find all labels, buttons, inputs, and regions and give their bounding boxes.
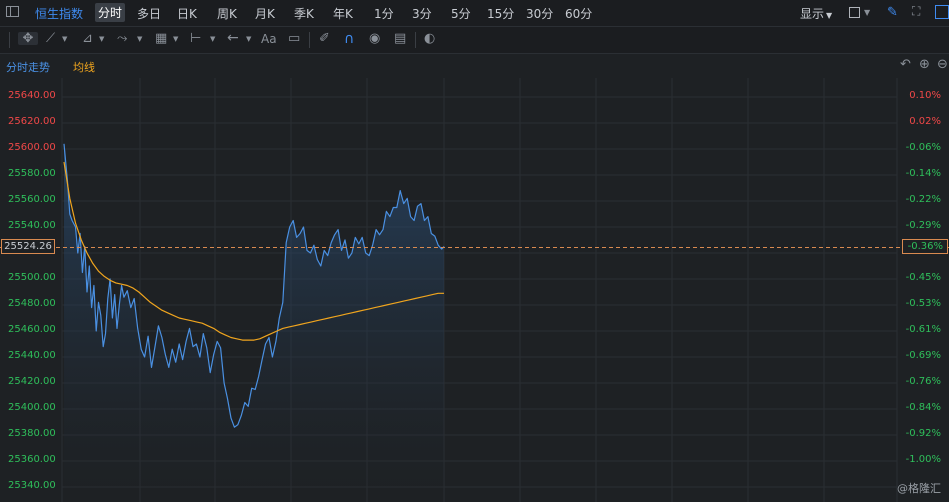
fibonacci-tool-icon[interactable]: ▦ <box>155 32 167 45</box>
y-tick-label: 25380.00 <box>8 428 56 439</box>
price-area-fill <box>64 143 444 502</box>
pen-icon[interactable]: ✎ <box>887 5 898 20</box>
pct-tick-label: -0.22% <box>905 194 941 205</box>
chevron-down-icon[interactable]: ▼ <box>137 36 142 43</box>
tab-multi-day[interactable]: 多日 <box>137 5 161 22</box>
pct-tick-label: -0.14% <box>905 168 941 179</box>
tab-15min[interactable]: 15分 <box>487 5 514 22</box>
pct-tick-label: -0.61% <box>905 324 941 335</box>
checkbox-icon[interactable] <box>849 7 860 18</box>
current-price-value: 25524.26 <box>4 241 52 252</box>
y-tick-label: 25460.00 <box>8 324 56 335</box>
y-tick-label: 25500.00 <box>8 272 56 283</box>
comment-tool-icon[interactable]: ▭ <box>288 32 300 45</box>
y-tick-label: 25540.00 <box>8 220 56 231</box>
move-cursor-icon[interactable]: ✥ <box>18 32 38 45</box>
pct-tick-label: 0.10% <box>909 90 941 101</box>
pct-tick-label: -0.29% <box>905 220 941 231</box>
fullscreen-icon[interactable]: ⛶ <box>912 5 920 17</box>
magnet-icon[interactable]: ∩ <box>344 31 354 47</box>
toggle-icon[interactable]: ◐ <box>424 32 435 45</box>
chevron-down-icon[interactable]: ▼ <box>62 36 67 43</box>
y-tick-label: 25400.00 <box>8 402 56 413</box>
tab-30min[interactable]: 30分 <box>526 5 553 22</box>
y-tick-label: 25480.00 <box>8 298 56 309</box>
tab-60min[interactable]: 60分 <box>565 5 592 22</box>
tab-weekly-k[interactable]: 周K <box>217 5 237 22</box>
tab-quarterly-k[interactable]: 季K <box>294 5 314 22</box>
zoom-in-icon[interactable]: ⊕ <box>919 58 930 71</box>
tab-monthly-k[interactable]: 月K <box>255 5 275 22</box>
pct-tick-label: -0.76% <box>905 376 941 387</box>
current-pct-value: -0.36% <box>907 241 943 252</box>
tab-intraday[interactable]: 分时 <box>95 3 126 22</box>
period-toolbar: 恒生指数 分时 多日 日K 周K 月K 季K 年K 1分 3分 5分 15分 3… <box>0 0 949 27</box>
display-dropdown[interactable]: 显示 ▼ <box>800 5 832 22</box>
pct-tick-label: -0.45% <box>905 272 941 283</box>
legend-avg: 均线 <box>73 61 95 74</box>
current-pct-tag: -0.36% <box>902 239 948 254</box>
legend-price: 分时走势 <box>6 61 50 74</box>
pct-tick-label: -0.06% <box>905 142 941 153</box>
y-tick-label: 25620.00 <box>8 116 56 127</box>
y-tick-label: 25560.00 <box>8 194 56 205</box>
pct-tick-label: -1.00% <box>905 454 941 465</box>
sidebar-toggle-icon[interactable] <box>6 6 19 17</box>
display-label: 显示 <box>800 7 825 21</box>
chevron-down-icon[interactable]: ▼ <box>864 9 870 17</box>
layout-icon[interactable] <box>935 5 949 19</box>
pct-tick-label: -0.84% <box>905 402 941 413</box>
text-tool-icon[interactable]: Aa <box>261 33 277 45</box>
pct-tick-label: 0.02% <box>909 116 941 127</box>
measure-tool-icon[interactable]: ⊢ <box>190 32 201 45</box>
arrow-tool-icon[interactable]: ← <box>227 31 239 45</box>
price-area <box>64 143 444 502</box>
chevron-down-icon[interactable]: ▼ <box>99 36 104 43</box>
eye-icon[interactable]: ◉ <box>369 32 380 45</box>
y-tick-label: 25440.00 <box>8 350 56 361</box>
tab-daily-k[interactable]: 日K <box>177 5 197 22</box>
intraday-chart[interactable] <box>0 78 949 502</box>
tab-yearly-k[interactable]: 年K <box>333 5 353 22</box>
y-tick-label: 25420.00 <box>8 376 56 387</box>
watermark: @格隆汇 <box>897 482 941 495</box>
ray-tool-icon[interactable]: ⊿ <box>82 32 93 45</box>
index-title[interactable]: 恒生指数 <box>35 5 83 22</box>
drawing-toolbar: ✥ ⟋ ▼ ⊿ ▼ ⤳ ▼ ▦ ▼ ⊢ ▼ ← ▼ Aa ▭ ✐ ∩ ◉ ▤ ◐ <box>0 27 949 54</box>
chevron-down-icon[interactable]: ▼ <box>210 36 215 43</box>
current-price-tag: 25524.26 <box>1 239 55 254</box>
y-tick-label: 25600.00 <box>8 142 56 153</box>
chevron-down-icon[interactable]: ▼ <box>173 36 178 43</box>
trash-icon[interactable]: ▤ <box>394 32 406 45</box>
tab-5min[interactable]: 5分 <box>451 5 471 22</box>
legend-bar: 分时走势 均线 ↶ ⊕ ⊖ <box>0 54 949 78</box>
y-tick-label: 25340.00 <box>8 480 56 491</box>
zoom-out-icon[interactable]: ⊖ <box>937 58 948 71</box>
eraser-icon[interactable]: ✐ <box>319 32 330 45</box>
pct-tick-label: -0.53% <box>905 298 941 309</box>
tab-3min[interactable]: 3分 <box>412 5 432 22</box>
y-tick-label: 25360.00 <box>8 454 56 465</box>
pct-tick-label: -0.69% <box>905 350 941 361</box>
y-tick-label: 25640.00 <box>8 90 56 101</box>
line-tool-icon[interactable]: ⟋ <box>46 32 55 45</box>
pattern-tool-icon[interactable]: ⤳ <box>117 32 127 45</box>
y-tick-label: 25580.00 <box>8 168 56 179</box>
pct-tick-label: -0.92% <box>905 428 941 439</box>
chevron-down-icon: ▼ <box>826 11 833 20</box>
chevron-down-icon[interactable]: ▼ <box>246 36 251 43</box>
tab-1min[interactable]: 1分 <box>374 5 394 22</box>
undo-icon[interactable]: ↶ <box>900 58 911 71</box>
